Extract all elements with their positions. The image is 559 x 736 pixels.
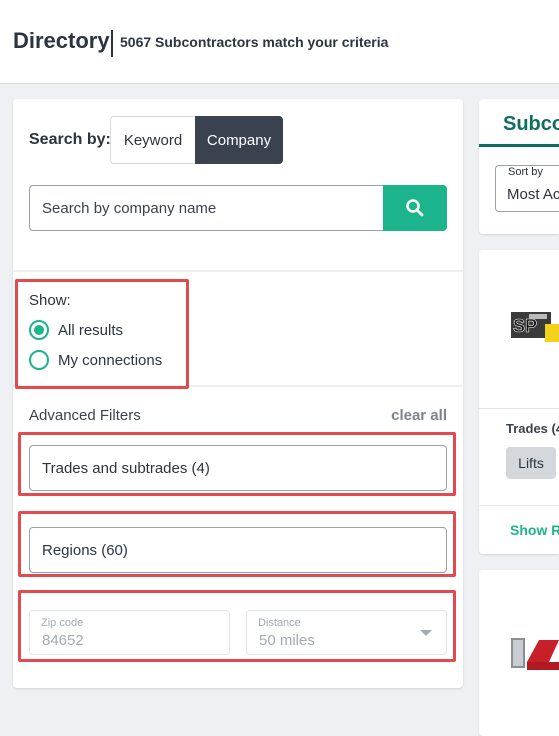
company-logo [509, 632, 559, 678]
radio-my-connections-label: My connections [58, 351, 163, 369]
results-count: 5067 Subcontractors match your criteria [120, 34, 389, 50]
results-title-underline [479, 144, 559, 147]
trades-filter[interactable]: Trades and subtrades (4) [29, 445, 447, 491]
page-title: Directory [13, 28, 110, 53]
trade-chip: Lifts [506, 447, 556, 479]
search-button[interactable] [383, 185, 447, 231]
company-logo: SP [509, 302, 559, 348]
sort-select[interactable]: Sort by Most Active [495, 165, 559, 212]
section-divider [13, 270, 463, 272]
filter-panel: Search by: Keyword Company Show: All res… [13, 99, 463, 688]
zip-code-field[interactable]: Zip code 84652 [29, 610, 230, 655]
radio-unchecked-icon [29, 350, 49, 370]
search-by-label: Search by: [29, 131, 111, 148]
distance-select[interactable]: Distance 50 miles [246, 610, 447, 655]
card-divider [479, 505, 559, 506]
zip-code-value: 84652 [42, 632, 84, 649]
search-icon [406, 199, 424, 217]
sort-label: Sort by [506, 166, 545, 178]
show-label: Show: [29, 292, 71, 309]
tab-company[interactable]: Company [195, 116, 283, 164]
page-header: Directory 5067 Subcontractors match your… [0, 0, 559, 84]
results-header-card: Subcontractors Sort by Most Active [479, 99, 559, 234]
radio-all-results[interactable]: All results [29, 319, 123, 341]
company-search-input[interactable] [29, 185, 383, 231]
radio-my-connections[interactable]: My connections [29, 349, 162, 371]
zip-code-label: Zip code [41, 617, 84, 629]
results-title: Subcontractors [503, 113, 559, 135]
card-trades-label: Trades (4 [506, 421, 559, 436]
regions-filter[interactable]: Regions (60) [29, 527, 447, 573]
radio-all-results-label: All results [58, 321, 124, 339]
clear-all-link[interactable]: clear all [391, 407, 447, 424]
radio-checked-icon [29, 320, 49, 340]
advanced-filters-title: Advanced Filters [29, 407, 141, 424]
distance-label: Distance [258, 617, 301, 629]
section-divider [13, 385, 463, 387]
chevron-down-icon [420, 630, 432, 636]
card-divider [479, 408, 559, 409]
result-card[interactable]: SP Trades (4 Lifts Show Re [479, 250, 559, 554]
result-card[interactable] [479, 570, 559, 736]
tab-keyword[interactable]: Keyword [110, 116, 195, 164]
title-separator [111, 30, 113, 57]
show-more-link[interactable]: Show Re [510, 522, 559, 538]
distance-value: 50 miles [259, 632, 315, 649]
sort-value: Most Active [507, 186, 559, 203]
